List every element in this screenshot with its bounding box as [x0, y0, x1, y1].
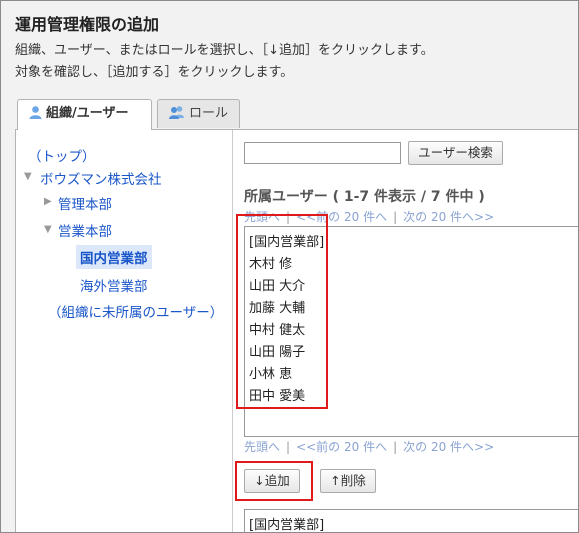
tab-org-user[interactable]: 組織/ユーザー — [17, 99, 152, 130]
pager-separator: | — [393, 440, 398, 454]
list-item[interactable]: 木村 修 — [249, 253, 292, 272]
members-title: 所属ユーザー ( 1-7 件表示 / 7 件中 ) — [244, 189, 485, 205]
list-item[interactable]: 田中 愛美 — [249, 385, 305, 404]
tree-item-company[interactable]: ボウズマン株式会社 — [40, 168, 162, 188]
content-panel: （トップ） ▼ ボウズマン株式会社 ▶ 管理本部 ▼ 営業本部 国内営業部 海外… — [15, 129, 578, 532]
tree-item-overseas-sales[interactable]: 海外営業部 — [80, 275, 148, 295]
tab-role[interactable]: ロール — [157, 99, 240, 128]
pager-prev-link[interactable]: <<前の 20 件へ — [296, 440, 387, 454]
pager-next-link[interactable]: 次の 20 件へ>> — [403, 210, 494, 224]
list-item[interactable]: 小林 恵 — [249, 363, 292, 382]
users-icon — [168, 103, 186, 131]
pager-next-link[interactable]: 次の 20 件へ>> — [403, 440, 494, 454]
pager-separator: | — [393, 210, 398, 224]
expanded-arrow-icon[interactable]: ▼ — [44, 224, 52, 235]
user-icon — [28, 103, 43, 131]
list-item[interactable]: [国内営業部] — [249, 231, 324, 250]
user-search-button[interactable]: ユーザー検索 — [408, 141, 503, 165]
members-listbox[interactable]: [国内営業部] 木村 修 山田 大介 加藤 大輔 中村 健太 山田 陽子 小林 … — [244, 226, 578, 437]
expanded-arrow-icon[interactable]: ▼ — [24, 171, 32, 182]
user-search-input[interactable] — [244, 142, 401, 164]
panel-divider — [232, 130, 233, 532]
selected-listbox[interactable]: [国内営業部] — [244, 509, 578, 532]
description-line-1: 組織、ユーザー、またはロールを選択し、［↓追加］をクリックします。 — [15, 43, 434, 58]
pager-first-link[interactable]: 先頭へ — [244, 440, 280, 454]
remove-button[interactable]: ↑削除 — [320, 469, 376, 493]
tree-item-top[interactable]: （トップ） — [28, 145, 96, 165]
dialog-frame: 運用管理権限の追加 組織、ユーザー、またはロールを選択し、［↓追加］をクリックし… — [0, 0, 579, 533]
tree-item-unassigned[interactable]: （組織に未所属のユーザー） — [48, 301, 223, 321]
add-button[interactable]: ↓追加 — [244, 469, 300, 493]
tree-item-admin-hq[interactable]: 管理本部 — [58, 193, 112, 213]
description-line-2: 対象を確認し、［追加する］をクリックします。 — [15, 65, 294, 80]
tree-item-domestic-sales[interactable]: 国内営業部 — [76, 245, 152, 269]
tab-role-label: ロール — [189, 106, 229, 121]
pager-top: 先頭へ | <<前の 20 件へ | 次の 20 件へ>> — [244, 208, 494, 225]
tab-org-user-label: 組織/ユーザー — [46, 106, 129, 121]
pager-separator: | — [286, 440, 291, 454]
pager-separator: | — [286, 210, 291, 224]
pager-bottom: 先頭へ | <<前の 20 件へ | 次の 20 件へ>> — [244, 438, 494, 455]
pager-first-link[interactable]: 先頭へ — [244, 210, 280, 224]
page-title: 運用管理権限の追加 — [15, 15, 160, 34]
collapsed-arrow-icon[interactable]: ▶ — [44, 196, 52, 207]
list-item[interactable]: [国内営業部] — [249, 514, 324, 532]
list-item[interactable]: 中村 健太 — [249, 319, 305, 338]
pager-prev-link[interactable]: <<前の 20 件へ — [296, 210, 387, 224]
list-item[interactable]: 山田 陽子 — [249, 341, 305, 360]
list-item[interactable]: 山田 大介 — [249, 275, 305, 294]
tree-item-sales-hq[interactable]: 営業本部 — [58, 220, 112, 240]
list-item[interactable]: 加藤 大輔 — [249, 297, 305, 316]
